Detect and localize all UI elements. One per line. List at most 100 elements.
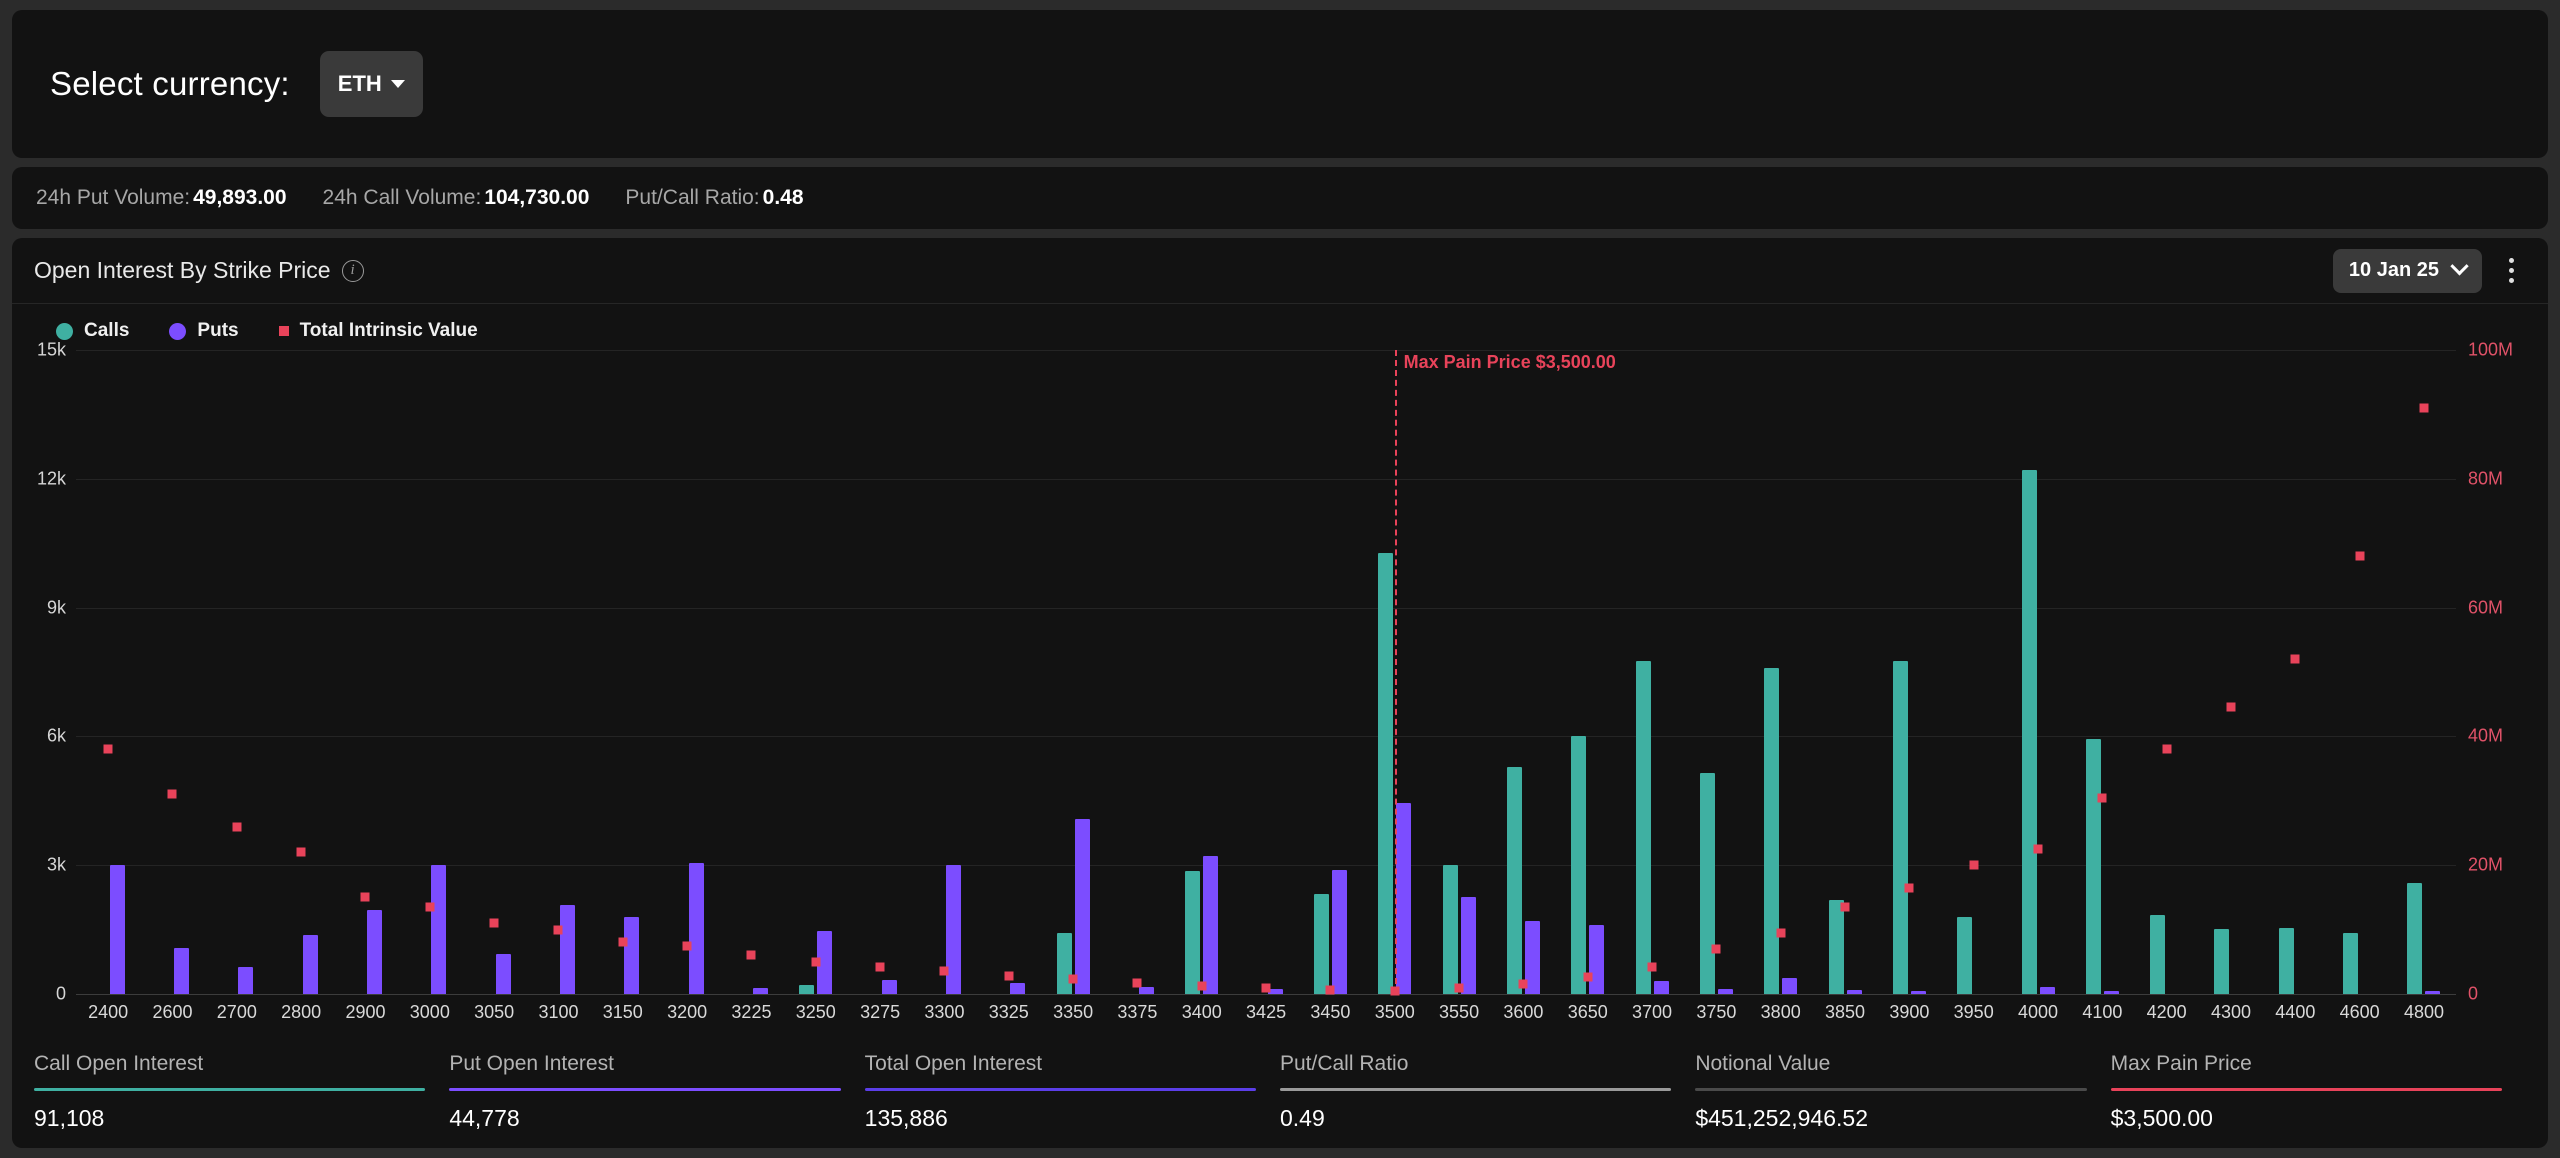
intrinsic-value-point[interactable] xyxy=(875,962,885,972)
bar-group[interactable] xyxy=(977,350,1041,994)
intrinsic-value-point[interactable] xyxy=(425,902,435,912)
call-bar[interactable] xyxy=(1957,916,1973,994)
intrinsic-value-point[interactable] xyxy=(2226,702,2236,712)
intrinsic-value-point[interactable] xyxy=(2162,744,2172,754)
intrinsic-value-point[interactable] xyxy=(1583,972,1593,982)
call-bar[interactable] xyxy=(2150,915,2166,994)
call-bar[interactable] xyxy=(1185,870,1201,994)
bar-group[interactable] xyxy=(1684,350,1748,994)
call-bar[interactable] xyxy=(1892,660,1908,994)
bar-group[interactable] xyxy=(1041,350,1105,994)
put-bar[interactable] xyxy=(2039,987,2055,994)
bar-group[interactable] xyxy=(462,350,526,994)
intrinsic-value-point[interactable] xyxy=(1068,974,1078,984)
bar-group[interactable] xyxy=(719,350,783,994)
put-bar[interactable] xyxy=(1203,855,1219,994)
put-bar[interactable] xyxy=(238,966,254,994)
bar-group[interactable] xyxy=(2263,350,2327,994)
bar-group[interactable] xyxy=(2006,350,2070,994)
bar-group[interactable] xyxy=(1556,350,1620,994)
put-bar[interactable] xyxy=(1396,803,1412,994)
bar-group[interactable] xyxy=(1298,350,1362,995)
bar-group[interactable] xyxy=(1170,350,1234,994)
put-bar[interactable] xyxy=(1138,986,1154,994)
intrinsic-value-point[interactable] xyxy=(296,847,306,857)
bar-group[interactable] xyxy=(1491,350,1555,994)
intrinsic-value-point[interactable] xyxy=(1132,978,1142,988)
put-bar[interactable] xyxy=(1653,981,1669,994)
legend-item-calls[interactable]: Calls xyxy=(56,320,129,342)
intrinsic-value-point[interactable] xyxy=(1904,883,1914,893)
bar-group[interactable] xyxy=(205,350,269,994)
call-bar[interactable] xyxy=(799,984,815,994)
intrinsic-value-point[interactable] xyxy=(1969,860,1979,870)
bar-group[interactable] xyxy=(1749,350,1813,994)
expiry-date-dropdown[interactable]: 10 Jan 25 xyxy=(2332,248,2482,293)
bar-group[interactable] xyxy=(398,350,462,994)
bar-group[interactable] xyxy=(848,350,912,994)
bar-group[interactable] xyxy=(1942,350,2006,994)
call-bar[interactable] xyxy=(1313,894,1329,994)
currency-dropdown[interactable]: ETH xyxy=(319,51,423,117)
intrinsic-value-point[interactable] xyxy=(746,950,756,960)
put-bar[interactable] xyxy=(624,917,640,994)
put-bar[interactable] xyxy=(431,864,447,994)
intrinsic-value-point[interactable] xyxy=(2419,403,2429,413)
put-bar[interactable] xyxy=(1782,977,1798,994)
put-bar[interactable] xyxy=(752,988,768,994)
bar-group[interactable] xyxy=(591,350,655,994)
put-bar[interactable] xyxy=(688,863,704,994)
bar-group[interactable] xyxy=(784,350,848,994)
put-bar[interactable] xyxy=(2103,990,2119,994)
bar-group[interactable] xyxy=(912,350,976,994)
intrinsic-value-point[interactable] xyxy=(1518,979,1528,989)
intrinsic-value-point[interactable] xyxy=(232,822,242,832)
intrinsic-value-point[interactable] xyxy=(489,918,499,928)
call-bar[interactable] xyxy=(2021,470,2037,994)
put-bar[interactable] xyxy=(2425,990,2441,994)
bar-group[interactable] xyxy=(2070,350,2134,994)
bar-group[interactable] xyxy=(655,350,719,994)
intrinsic-value-point[interactable] xyxy=(2097,793,2107,803)
intrinsic-value-point[interactable] xyxy=(1711,944,1721,954)
intrinsic-value-point[interactable] xyxy=(1004,971,1014,981)
call-bar[interactable] xyxy=(1699,772,1715,994)
call-bar[interactable] xyxy=(1378,552,1394,994)
bar-group[interactable] xyxy=(1877,350,1941,994)
intrinsic-value-point[interactable] xyxy=(1261,983,1271,993)
intrinsic-value-point[interactable] xyxy=(939,966,949,976)
call-bar[interactable] xyxy=(2278,928,2294,994)
bar-group[interactable] xyxy=(1234,350,1298,994)
bar-group[interactable] xyxy=(2199,350,2263,994)
call-bar[interactable] xyxy=(2343,933,2359,994)
put-bar[interactable] xyxy=(173,947,189,994)
call-bar[interactable] xyxy=(1056,932,1072,994)
bar-group[interactable] xyxy=(76,350,140,994)
put-bar[interactable] xyxy=(1910,991,1926,994)
put-bar[interactable] xyxy=(109,865,125,994)
bar-group[interactable] xyxy=(1813,350,1877,994)
intrinsic-value-point[interactable] xyxy=(1325,985,1335,995)
kebab-menu-icon[interactable] xyxy=(2496,251,2526,291)
call-bar[interactable] xyxy=(1764,667,1780,994)
intrinsic-value-point[interactable] xyxy=(1197,981,1207,991)
bar-group[interactable] xyxy=(1105,350,1169,994)
put-bar[interactable] xyxy=(559,904,575,994)
put-bar[interactable] xyxy=(1846,989,1862,994)
intrinsic-value-point[interactable] xyxy=(618,937,628,947)
put-bar[interactable] xyxy=(1074,818,1090,994)
call-bar[interactable] xyxy=(1828,900,1844,994)
call-bar[interactable] xyxy=(2214,928,2230,994)
put-bar[interactable] xyxy=(1010,983,1026,994)
put-bar[interactable] xyxy=(1460,897,1476,994)
intrinsic-value-point[interactable] xyxy=(1840,902,1850,912)
bar-group[interactable] xyxy=(333,350,397,994)
info-icon[interactable]: i xyxy=(341,259,364,282)
bar-group[interactable] xyxy=(1427,350,1491,994)
bar-group[interactable] xyxy=(2135,350,2199,994)
put-bar[interactable] xyxy=(366,909,382,994)
call-bar[interactable] xyxy=(1635,661,1651,994)
bar-group[interactable] xyxy=(2392,350,2456,994)
intrinsic-value-point[interactable] xyxy=(167,789,177,799)
call-bar[interactable] xyxy=(2407,882,2423,994)
